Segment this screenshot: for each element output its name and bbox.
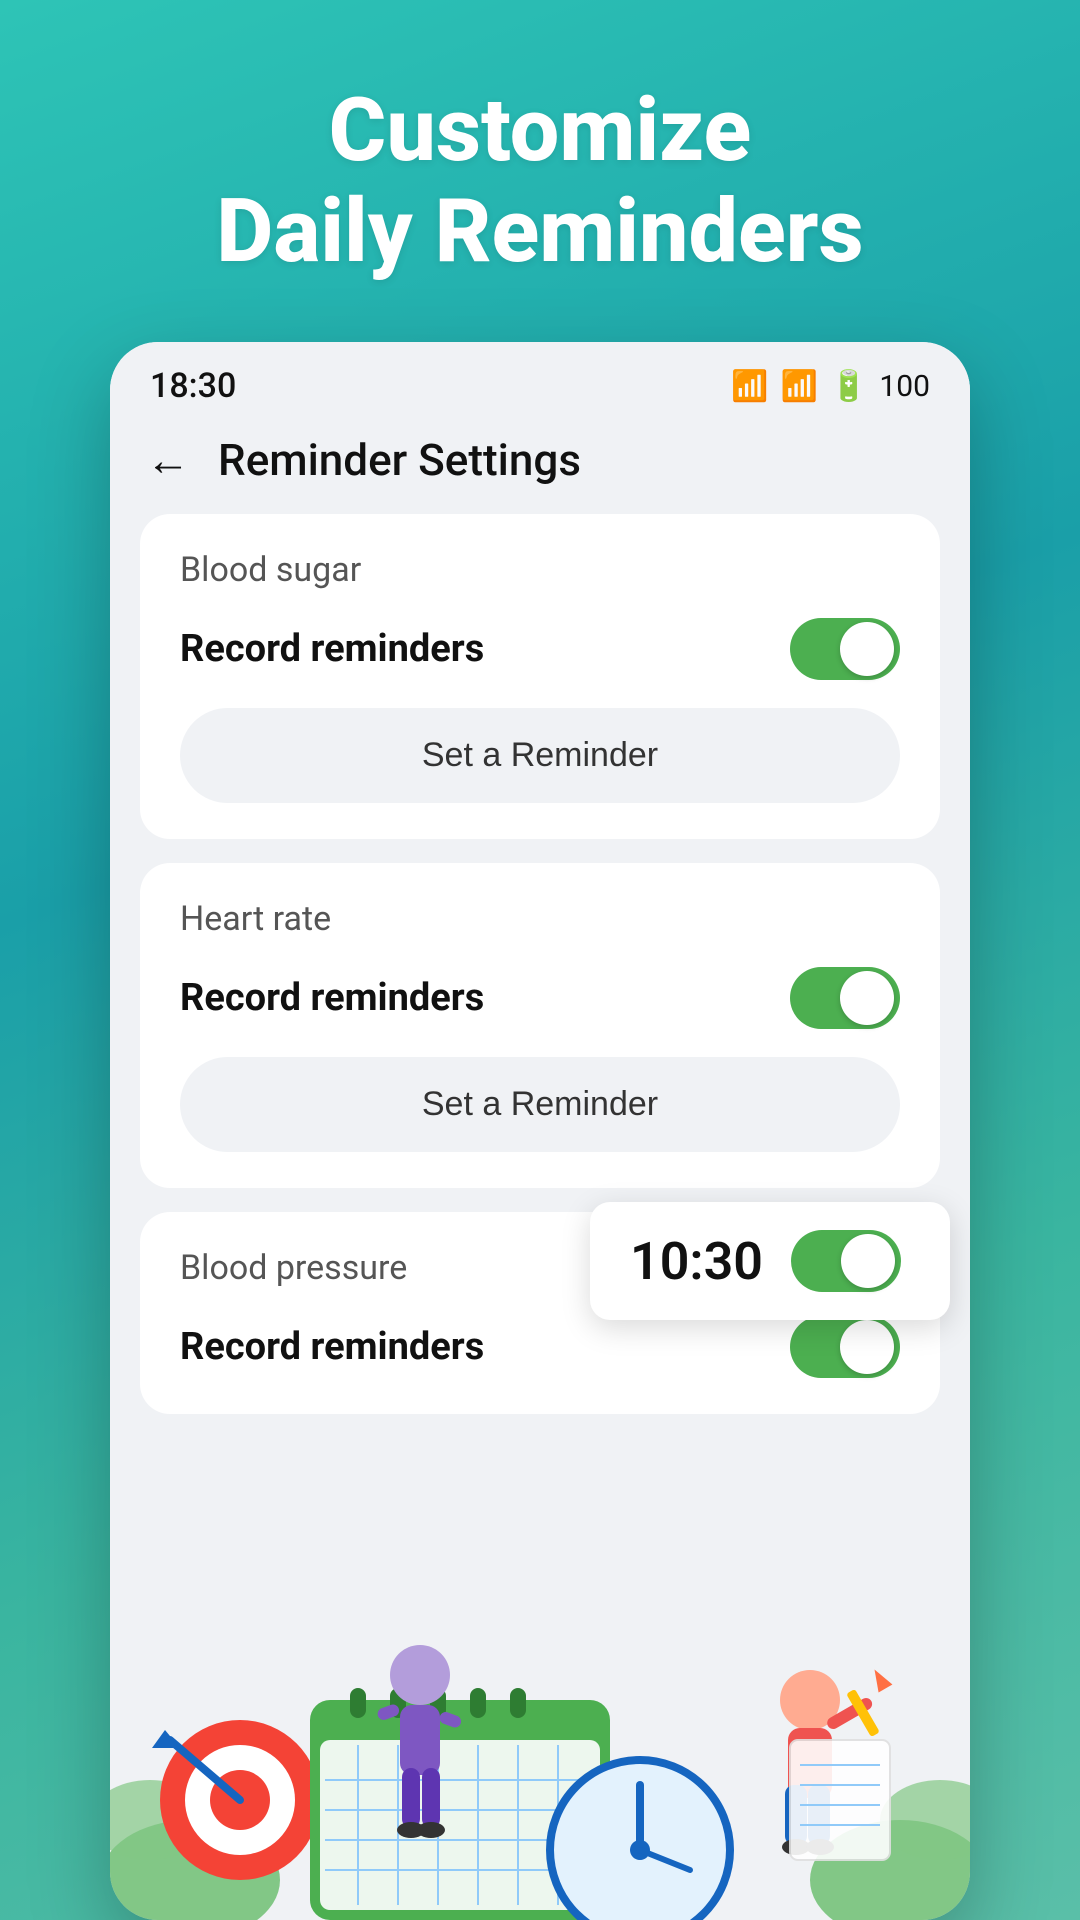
back-button[interactable]: ← — [146, 434, 190, 486]
blood-pressure-toggle[interactable] — [790, 1316, 900, 1378]
header-section: Customize Daily Reminders — [216, 80, 863, 282]
page-title: Reminder Settings — [218, 434, 581, 486]
heart-rate-record-label: Record reminders — [180, 976, 484, 1020]
blood-sugar-toggle[interactable] — [790, 618, 900, 680]
phone-frame: 18:30 📶 📶 🔋 100 ← Reminder Settings Bloo… — [110, 342, 970, 1920]
top-nav: ← Reminder Settings — [110, 418, 970, 514]
tooltip-time: 10:30 — [630, 1231, 763, 1292]
header-title: Customize Daily Reminders — [216, 80, 863, 282]
heart-rate-toggle-row: Record reminders — [180, 967, 900, 1029]
blood-pressure-record-label: Record reminders — [180, 1325, 484, 1369]
illustration-area — [110, 1500, 970, 1920]
heart-rate-toggle[interactable] — [790, 967, 900, 1029]
battery-icon: 🔋 — [830, 369, 867, 404]
status-time: 18:30 — [150, 366, 236, 406]
heart-rate-label: Heart rate — [180, 899, 900, 939]
battery-level: 100 — [879, 369, 930, 404]
illustration-svg — [110, 1500, 970, 1920]
blood-pressure-section: Blood pressure Record reminders 10:30 — [140, 1212, 940, 1414]
blood-sugar-card: Blood sugar Record reminders Set a Remin… — [140, 514, 940, 839]
signal-icon: 📶 — [781, 369, 818, 404]
status-icons: 📶 📶 🔋 100 — [731, 369, 930, 404]
wifi-icon: 📶 — [731, 369, 768, 404]
blood-sugar-toggle-row: Record reminders — [180, 618, 900, 680]
blood-sugar-record-label: Record reminders — [180, 627, 484, 671]
tooltip-toggle[interactable] — [791, 1230, 901, 1292]
blood-pressure-toggle-row: Record reminders — [180, 1316, 900, 1378]
heart-rate-card: Heart rate Record reminders Set a Remind… — [140, 863, 940, 1188]
status-bar: 18:30 📶 📶 🔋 100 — [110, 342, 970, 418]
blood-sugar-set-reminder-button[interactable]: Set a Reminder — [180, 708, 900, 803]
blood-sugar-label: Blood sugar — [180, 550, 900, 590]
time-tooltip: 10:30 — [590, 1202, 950, 1320]
heart-rate-set-reminder-button[interactable]: Set a Reminder — [180, 1057, 900, 1152]
